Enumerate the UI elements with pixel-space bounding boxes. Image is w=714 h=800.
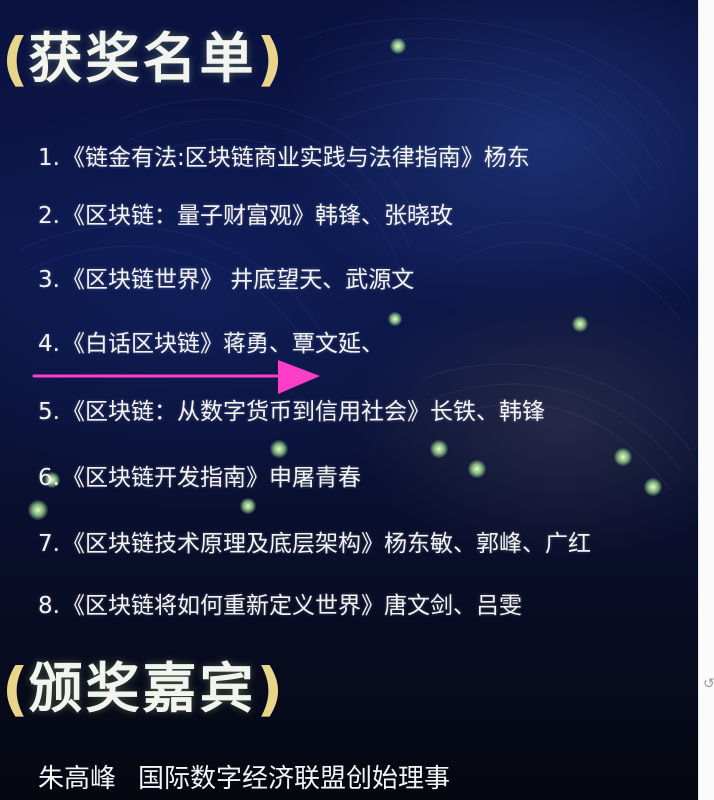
award-number: 6. — [38, 465, 60, 491]
award-number: 2. — [38, 203, 60, 229]
award-item: 1.《链金有法:区块链商业实践与法律指南》杨东 — [38, 138, 530, 172]
award-text: 《区块链世界》 井底望天、武源文 — [61, 267, 415, 293]
award-item: 7.《区块链技术原理及底层架构》杨东敏、郭峰、广红 — [38, 524, 591, 558]
award-number: 5. — [38, 399, 60, 425]
award-text: 《区块链：从数字货币到信用社会》长铁、韩锋 — [61, 399, 545, 425]
presenter-line: 朱高峰 国际数字经济联盟创始理事 — [38, 758, 450, 795]
presenter-name: 朱高峰 — [38, 764, 117, 794]
award-text: 《区块链将如何重新定义世界》唐文剑、吕雯 — [61, 593, 522, 619]
award-item: 3.《区块链世界》 井底望天、武源文 — [38, 260, 414, 294]
award-list: 1.《链金有法:区块链商业实践与法律指南》杨东 2.《区块链：量子财富观》韩锋、… — [0, 0, 698, 640]
award-item: 2.《区块链：量子财富观》韩锋、张晓玫 — [38, 196, 453, 230]
award-number: 3. — [38, 267, 60, 293]
award-text: 《白话区块链》蒋勇、覃文延、 — [61, 331, 384, 357]
title-paren-open: ( — [2, 655, 29, 723]
presenter-role: 国际数字经济联盟创始理事 — [138, 764, 451, 794]
award-number: 8. — [38, 593, 60, 619]
presenters-title-text: 颁奖嘉宾 — [28, 657, 257, 720]
award-number: 7. — [38, 531, 60, 557]
presenters-title: ( 颁奖嘉宾 ) — [2, 660, 283, 718]
award-text: 《区块链开发指南》申屠青春 — [61, 465, 361, 491]
award-text: 《链金有法:区块链商业实践与法律指南》杨东 — [61, 145, 530, 171]
pink-arrow-annotation — [32, 360, 320, 394]
photo-frame: ( 获奖名单 ) 1.《链金有法:区块链商业实践与法律指南》杨东 2.《区块链：… — [0, 0, 714, 800]
edge-glyph-icon: ↺ — [703, 676, 714, 692]
award-item: 4.《白话区块链》蒋勇、覃文延、 — [38, 324, 384, 358]
award-number: 1. — [38, 145, 60, 171]
title-paren-close: ) — [256, 655, 284, 723]
award-text: 《区块链：量子财富观》韩锋、张晓玫 — [61, 203, 453, 229]
award-item: 8.《区块链将如何重新定义世界》唐文剑、吕雯 — [38, 586, 522, 620]
award-text: 《区块链技术原理及底层架构》杨东敏、郭峰、广红 — [61, 531, 591, 557]
award-number: 4. — [38, 331, 60, 357]
award-item: 6.《区块链开发指南》申屠青春 — [38, 458, 361, 492]
stage-screen: ( 获奖名单 ) 1.《链金有法:区块链商业实践与法律指南》杨东 2.《区块链：… — [0, 0, 698, 800]
